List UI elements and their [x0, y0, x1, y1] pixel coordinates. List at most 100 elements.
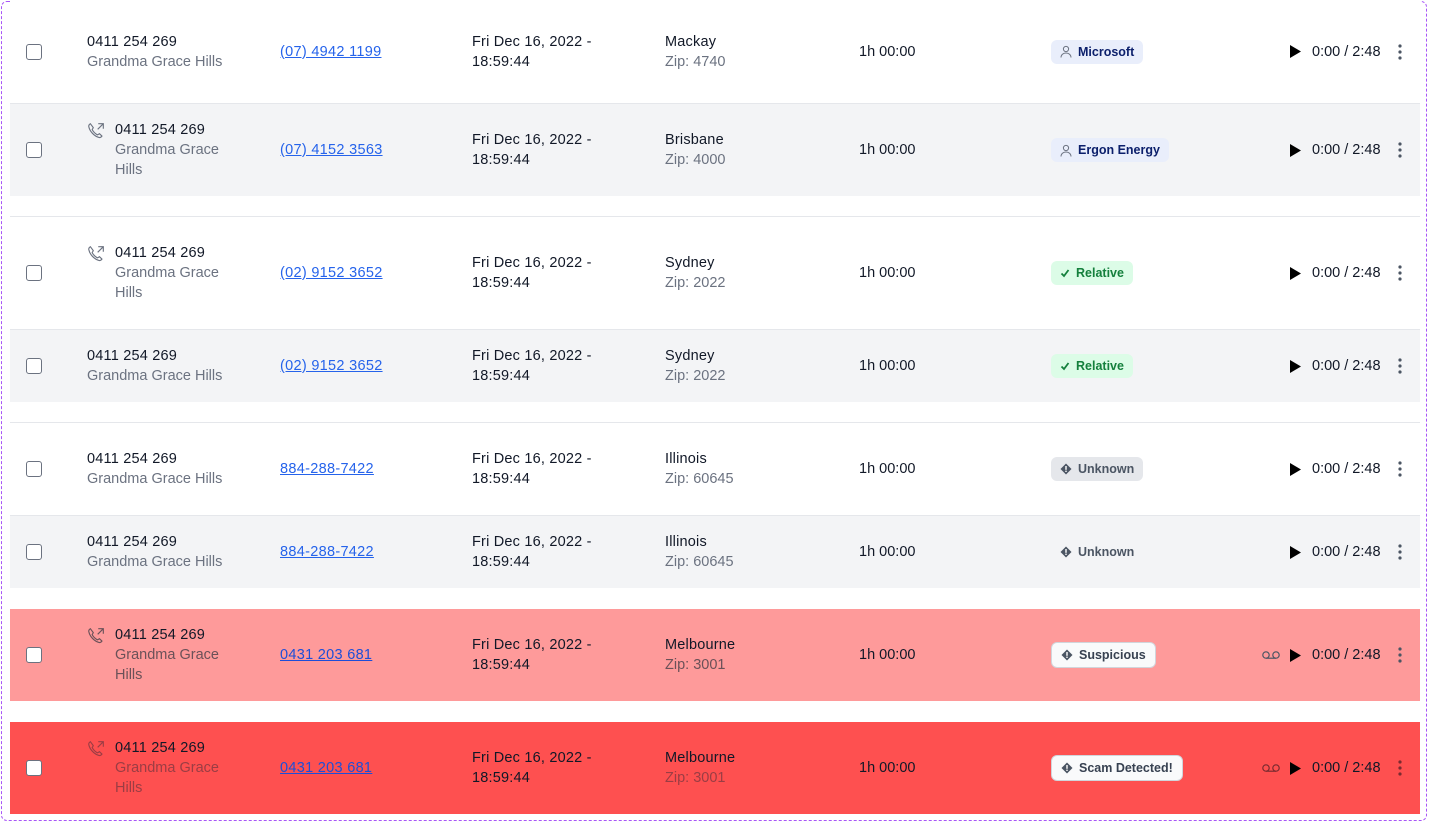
caller-name: Grandma Grace Hills [115, 142, 219, 178]
row-checkbox[interactable] [26, 647, 42, 663]
call-time: 18:59:44 [472, 657, 531, 673]
caller-cell: 0411 254 269 Grandma Grace Hills [87, 217, 257, 329]
badge-label: Scam Detected! [1079, 761, 1173, 775]
call-date: Fri Dec 16, 2022 - [472, 534, 592, 550]
more-options-icon[interactable] [1398, 760, 1402, 776]
call-time: 18:59:44 [472, 368, 531, 384]
diamond-alert-icon [1061, 649, 1073, 661]
call-duration: 1h 00:00 [859, 43, 916, 60]
phone-link[interactable]: 884-288-7422 [280, 544, 374, 560]
caller-cell: 0411 254 269 Grandma Grace Hills [87, 609, 257, 701]
diamond-alert-icon [1060, 463, 1072, 475]
voicemail-icon[interactable] [1262, 763, 1280, 773]
call-date: Fri Dec 16, 2022 - [472, 33, 592, 50]
row-checkbox[interactable] [26, 142, 42, 158]
call-time: 18:59:44 [472, 554, 531, 570]
call-duration: 1h 00:00 [859, 358, 916, 374]
location-city: Brisbane [665, 132, 724, 148]
call-log-row[interactable]: 0411 254 269 Grandma Grace Hills (02) 91… [10, 330, 1420, 402]
audio-player[interactable]: 0:00 / 2:48 [1290, 722, 1390, 814]
call-log-row-scam[interactable]: 0411 254 269 Grandma Grace Hills 0431 20… [10, 722, 1420, 814]
row-checkbox[interactable] [26, 43, 42, 60]
phone-link[interactable]: 884-288-7422 [280, 461, 374, 477]
more-options-icon[interactable] [1398, 358, 1402, 374]
caller-cell: 0411 254 269 Grandma Grace Hills [87, 0, 257, 103]
location-city: Illinois [665, 534, 707, 550]
audio-player[interactable]: 0:00 / 2:48 [1290, 330, 1390, 402]
more-options-icon[interactable] [1398, 43, 1402, 60]
play-icon[interactable] [1290, 648, 1301, 662]
call-duration: 1h 00:00 [859, 760, 916, 776]
play-icon[interactable] [1290, 143, 1301, 157]
voicemail-icon[interactable] [1262, 650, 1280, 660]
phone-link[interactable]: (07) 4942 1199 [280, 44, 381, 60]
phone-link[interactable]: (07) 4152 3563 [280, 142, 383, 158]
location-city: Illinois [665, 451, 707, 467]
play-icon[interactable] [1290, 761, 1301, 775]
more-options-icon[interactable] [1398, 142, 1402, 158]
playback-time: 0:00 / 2:48 [1312, 358, 1381, 374]
call-date: Fri Dec 16, 2022 - [472, 348, 592, 364]
more-options-icon[interactable] [1398, 265, 1402, 281]
location-city: Sydney [665, 348, 715, 364]
location-zip: Zip: 2022 [665, 275, 726, 291]
call-time: 18:59:44 [472, 53, 531, 70]
call-time: 18:59:44 [472, 471, 531, 487]
call-log-row[interactable]: 0411 254 269 Grandma Grace Hills 884-288… [10, 422, 1420, 516]
relative-badge: Relative [1051, 261, 1133, 285]
play-icon[interactable] [1290, 545, 1301, 559]
audio-player[interactable]: 0:00 / 2:48 [1290, 217, 1390, 329]
phone-link[interactable]: 0431 203 681 [280, 647, 372, 663]
phone-link[interactable]: (02) 9152 3652 [280, 265, 383, 281]
caller-cell: 0411 254 269 Grandma Grace Hills [87, 104, 257, 196]
call-duration: 1h 00:00 [859, 647, 916, 663]
phone-link[interactable]: 0431 203 681 [280, 760, 372, 776]
phone-link[interactable]: (02) 9152 3652 [280, 358, 383, 374]
row-checkbox[interactable] [26, 358, 42, 374]
more-options-icon[interactable] [1398, 544, 1402, 560]
location-zip: Zip: 4740 [665, 53, 726, 70]
playback-time: 0:00 / 2:48 [1312, 544, 1381, 560]
badge-label: Relative [1076, 266, 1124, 280]
audio-player[interactable]: 0:00 / 2:48 [1290, 0, 1390, 103]
play-icon[interactable] [1290, 359, 1301, 373]
caller-name: Grandma Grace Hills [87, 554, 223, 570]
playback-time: 0:00 / 2:48 [1312, 461, 1381, 477]
call-log-row[interactable]: 0411 254 269 Grandma Grace Hills 884-288… [10, 516, 1420, 588]
call-date: Fri Dec 16, 2022 - [472, 451, 592, 467]
call-date: Fri Dec 16, 2022 - [472, 750, 592, 766]
call-duration: 1h 00:00 [859, 461, 916, 477]
playback-time: 0:00 / 2:48 [1312, 760, 1381, 776]
caller-number: 0411 254 269 [87, 348, 178, 364]
play-icon[interactable] [1290, 266, 1301, 280]
caller-number: 0411 254 269 [115, 740, 206, 756]
row-checkbox[interactable] [26, 461, 42, 477]
badge-label: Suspicious [1079, 648, 1146, 662]
caller-cell: 0411 254 269 Grandma Grace Hills [87, 423, 257, 515]
caller-cell: 0411 254 269 Grandma Grace Hills [87, 330, 257, 402]
call-time: 18:59:44 [472, 275, 531, 291]
audio-player[interactable]: 0:00 / 2:48 [1290, 516, 1390, 588]
caller-number: 0411 254 269 [87, 451, 178, 467]
audio-player[interactable]: 0:00 / 2:48 [1290, 609, 1390, 701]
row-checkbox[interactable] [26, 265, 42, 281]
more-options-icon[interactable] [1398, 461, 1402, 477]
audio-player[interactable]: 0:00 / 2:48 [1290, 423, 1390, 515]
location-city: Melbourne [665, 750, 736, 766]
audio-player[interactable]: 0:00 / 2:48 [1290, 104, 1390, 196]
outgoing-call-icon [88, 122, 104, 139]
more-options-icon[interactable] [1398, 647, 1402, 663]
row-checkbox[interactable] [26, 544, 42, 560]
suspicious-badge: Suspicious [1051, 642, 1156, 668]
outgoing-call-icon [88, 740, 104, 757]
call-log-row[interactable]: 0411 254 269 Grandma Grace Hills (07) 41… [10, 104, 1420, 196]
call-log-row[interactable]: 0411 254 269 Grandma Grace Hills (02) 91… [10, 216, 1420, 330]
location-city: Mackay [665, 33, 717, 50]
location-zip: Zip: 4000 [665, 152, 726, 168]
scam-badge: Scam Detected! [1051, 755, 1183, 781]
call-log-row-suspicious[interactable]: 0411 254 269 Grandma Grace Hills 0431 20… [10, 609, 1420, 701]
row-checkbox[interactable] [26, 760, 42, 776]
play-icon[interactable] [1290, 462, 1301, 476]
call-log-row[interactable]: 0411 254 269 Grandma Grace Hills (07) 49… [10, 0, 1420, 104]
play-icon[interactable] [1290, 45, 1301, 58]
